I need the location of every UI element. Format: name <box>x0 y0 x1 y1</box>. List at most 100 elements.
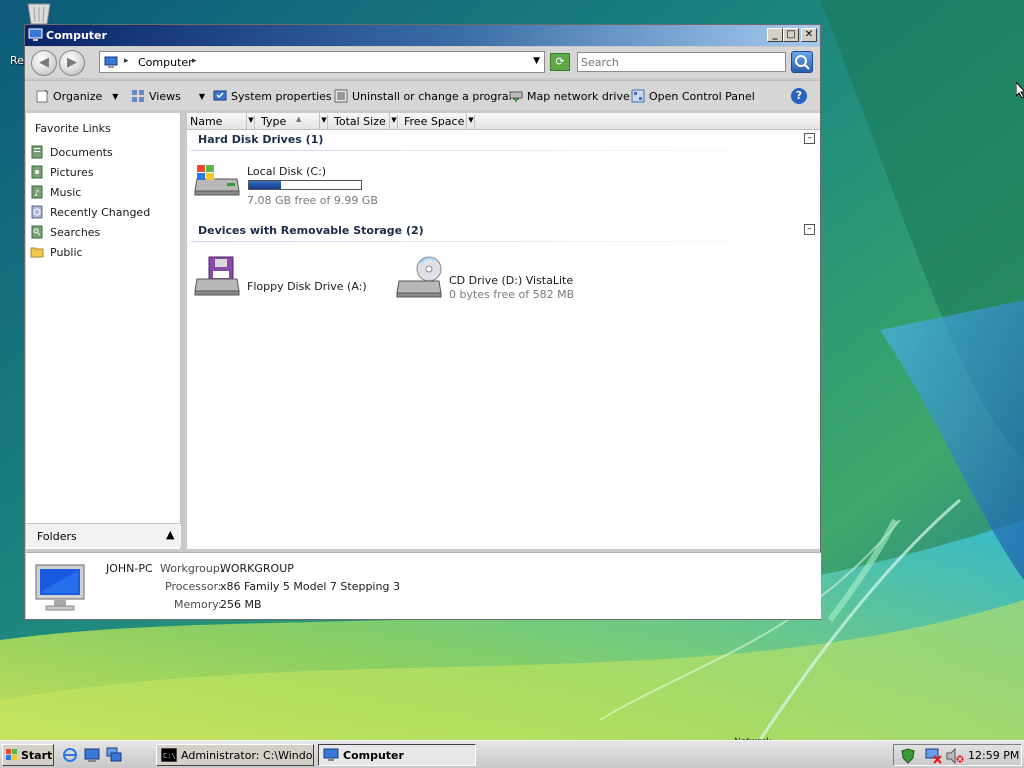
start-button[interactable]: Start <box>2 744 54 766</box>
taskbar-button-command-prompt[interactable]: C:\ Administrator: C:\Windo... <box>156 744 314 766</box>
search-input[interactable] <box>578 53 785 71</box>
music-icon: ♪ <box>30 185 44 199</box>
column-headers: Name ▼ Type ▲ ▼ Total Size ▼ Free Space … <box>187 113 820 130</box>
map-network-drive-button[interactable]: Map network drive <box>509 89 630 103</box>
disk-usage-bar <box>248 180 362 190</box>
forward-arrow-icon: ▶ <box>67 55 77 70</box>
network-disconnected-icon[interactable] <box>924 748 942 764</box>
windows-logo-icon <box>6 749 17 760</box>
breadcrumb-computer[interactable]: Computer <box>138 56 193 69</box>
internet-explorer-icon[interactable] <box>62 747 78 763</box>
minimize-button[interactable]: _ <box>767 28 783 42</box>
start-label: Start <box>21 749 53 762</box>
chevron-down-icon[interactable]: ▼ <box>466 113 475 129</box>
hard-disk-icon <box>194 165 240 196</box>
chevron-down-icon[interactable]: ▼ <box>389 113 398 129</box>
drive-item-floppy[interactable]: Floppy Disk Drive (A:) <box>193 255 393 305</box>
search-button[interactable] <box>791 51 813 73</box>
column-header-label: Free Space <box>404 115 465 128</box>
switch-windows-icon[interactable] <box>106 747 122 763</box>
favorite-link-music[interactable]: ♪ Music <box>30 183 81 201</box>
drive-free-space: 7.08 GB free of 9.99 GB <box>247 194 378 207</box>
organize-icon <box>35 89 49 103</box>
computer-monitor-icon <box>35 564 85 611</box>
network-drive-icon <box>509 89 523 103</box>
views-button[interactable]: Views ▼ <box>131 89 205 103</box>
group-header-removable-storage[interactable]: Devices with Removable Storage (2) <box>198 224 424 237</box>
address-dropdown-icon[interactable]: ▼ <box>533 56 540 66</box>
favorite-links-header: Favorite Links <box>35 122 111 135</box>
computer-icon <box>104 56 118 68</box>
chevron-down-icon[interactable]: ▼ <box>246 113 255 129</box>
computer-name: JOHN-PC <box>106 562 153 575</box>
uninstall-program-button[interactable]: Uninstall or change a program <box>334 89 519 103</box>
system-properties-icon <box>213 89 227 103</box>
favorite-link-documents[interactable]: Documents <box>30 143 113 161</box>
column-header-name[interactable]: Name ▼ <box>187 113 255 129</box>
collapse-group-button[interactable]: – <box>804 133 815 144</box>
open-control-panel-label: Open Control Panel <box>649 89 755 103</box>
drive-free-space: 0 bytes free of 582 MB <box>449 288 575 301</box>
help-button[interactable]: ? <box>791 88 807 104</box>
favorite-link-searches[interactable]: Searches <box>30 223 100 241</box>
floppy-drive-icon <box>194 256 240 296</box>
svg-text:C:\: C:\ <box>163 752 176 760</box>
taskbar-button-computer[interactable]: Computer <box>318 744 476 766</box>
title-bar[interactable]: Computer _ □ ✕ <box>25 25 820 46</box>
volume-muted-icon[interactable] <box>946 748 964 764</box>
close-button[interactable]: ✕ <box>801 28 817 42</box>
group-divider <box>191 241 811 242</box>
organize-button[interactable]: Organize ▼ <box>35 89 118 103</box>
search-icon <box>795 55 810 70</box>
taskbar-button-label: Administrator: C:\Windo... <box>181 749 314 762</box>
drive-name: Local Disk (C:) <box>247 165 327 178</box>
open-control-panel-button[interactable]: Open Control Panel <box>631 89 755 103</box>
group-header-hard-disks[interactable]: Hard Disk Drives (1) <box>198 133 323 146</box>
chevron-down-icon[interactable]: ▼ <box>319 113 328 129</box>
breadcrumb-arrow-icon[interactable]: ▸ <box>192 56 197 66</box>
drive-name: CD Drive (D:) VistaLite <box>449 274 574 287</box>
maximize-button[interactable]: □ <box>783 28 799 42</box>
recycle-bin-label[interactable]: Re <box>10 54 24 67</box>
column-header-free-space[interactable]: Free Space ▼ <box>401 113 475 129</box>
collapse-group-button[interactable]: – <box>804 224 815 235</box>
workgroup-value: WORKGROUP <box>220 562 294 575</box>
search-box[interactable] <box>577 52 786 72</box>
map-network-drive-label: Map network drive <box>527 89 630 103</box>
refresh-button[interactable]: ⟳ <box>550 53 570 71</box>
show-desktop-icon[interactable] <box>84 747 100 763</box>
command-prompt-icon: C:\ <box>161 748 177 762</box>
recycle-bin-icon[interactable] <box>22 2 56 25</box>
favorite-link-public[interactable]: Public <box>30 243 83 261</box>
folders-toggle[interactable]: Folders ▲ <box>26 523 181 547</box>
pictures-icon <box>30 165 44 179</box>
favorite-link-pictures[interactable]: Pictures <box>30 163 94 181</box>
forward-button[interactable]: ▶ <box>59 50 85 76</box>
folders-label: Folders <box>37 530 77 543</box>
column-header-label: Total Size <box>334 115 386 128</box>
drive-name: Floppy Disk Drive (A:) <box>247 280 367 293</box>
drive-item-cd[interactable]: CD Drive (D:) VistaLite 0 bytes free of … <box>395 255 615 305</box>
group-divider <box>191 150 811 151</box>
searches-icon <box>30 225 44 239</box>
processor-value: x86 Family 5 Model 7 Stepping 3 <box>220 580 400 593</box>
back-button[interactable]: ◀ <box>31 50 57 76</box>
favorite-link-label: Public <box>50 245 83 259</box>
processor-label: Processor: <box>165 580 222 593</box>
security-shield-icon[interactable] <box>900 748 916 764</box>
favorite-link-label: Documents <box>50 145 113 159</box>
computer-icon <box>28 28 43 42</box>
address-bar[interactable]: ▸ Computer ▸ ▼ <box>99 51 545 73</box>
memory-label: Memory: <box>174 598 222 611</box>
sort-ascending-icon: ▲ <box>296 115 302 123</box>
workgroup-label: Workgroup: <box>160 562 224 575</box>
breadcrumb-arrow-icon[interactable]: ▸ <box>124 56 129 66</box>
system-properties-button[interactable]: System properties <box>213 89 332 103</box>
column-header-type[interactable]: Type ▲ ▼ <box>258 113 328 129</box>
documents-icon <box>30 145 44 159</box>
clock[interactable]: 12:59 PM <box>968 749 1019 762</box>
favorite-link-recently-changed[interactable]: Recently Changed <box>30 203 150 221</box>
column-header-total-size[interactable]: Total Size ▼ <box>331 113 398 129</box>
column-header-label: Name <box>190 115 223 128</box>
drive-item-local-disk[interactable]: Local Disk (C:) 7.08 GB free of 9.99 GB <box>193 159 393 209</box>
